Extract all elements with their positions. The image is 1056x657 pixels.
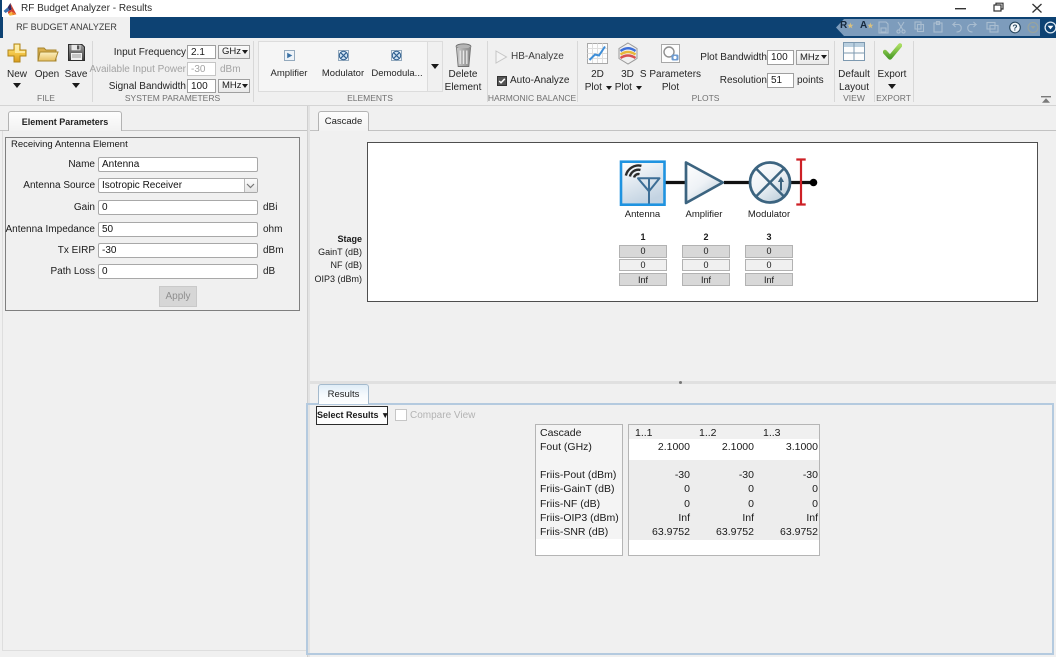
svg-text:?: ? — [1012, 22, 1017, 32]
svg-text:Modulator: Modulator — [748, 209, 790, 220]
svg-text:Amplifier: Amplifier — [686, 209, 723, 220]
svg-text:Antenna: Antenna — [625, 209, 661, 220]
